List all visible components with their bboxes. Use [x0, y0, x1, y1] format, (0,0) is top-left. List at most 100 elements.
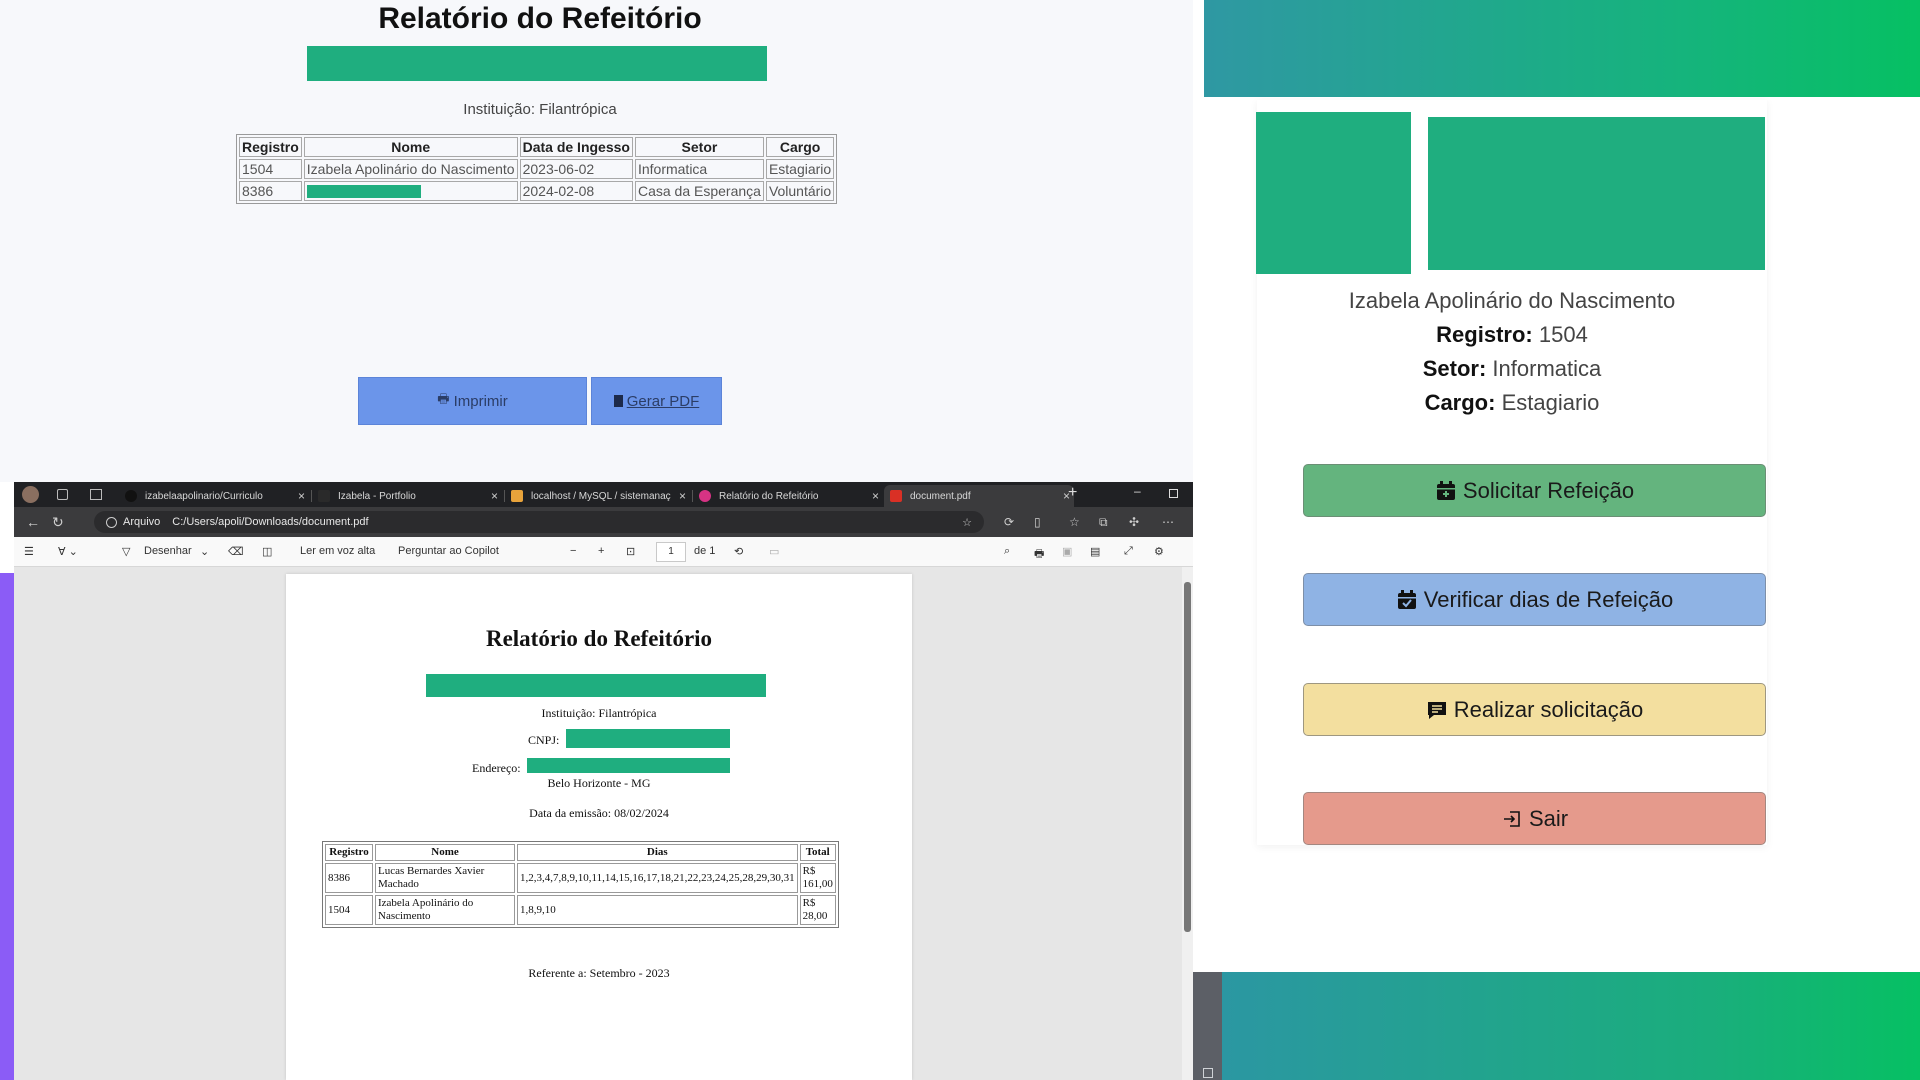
address-bar-row: ← ↻ Arquivo C:/Users/apoli/Downloads/doc…: [14, 507, 1193, 537]
redacted-photo: [1256, 112, 1411, 274]
url-text: C:/Users/apoli/Downloads/document.pdf: [172, 516, 369, 528]
save-icon[interactable]: ▣: [1062, 545, 1072, 558]
table-row: 1504 Izabela Apolinário do Nascimento 1,…: [325, 895, 836, 925]
table-cell: 1504: [325, 895, 373, 925]
page-view-icon[interactable]: ◫: [262, 545, 272, 558]
new-tab-button[interactable]: +: [1068, 484, 1077, 502]
table-cell: Informatica: [634, 159, 764, 179]
tab-label: Izabela - Portfolio: [338, 490, 416, 502]
profile-name: Izabela Apolinário do Nascimento: [1348, 288, 1676, 313]
page-title: Relatório do Refeitório: [378, 2, 702, 35]
favorites-icon[interactable]: ☆: [1069, 514, 1080, 530]
address-scheme-label: Arquivo: [123, 516, 161, 528]
restore-button[interactable]: [1169, 489, 1178, 498]
tab-label: izabelaapolinario/Curriculo: [145, 490, 263, 502]
logout-button[interactable]: Sair: [1303, 792, 1766, 845]
back-icon[interactable]: ←: [26, 514, 40, 530]
pdf-file-icon: [613, 395, 623, 407]
pdf-toolbar: ☰ ∀ ⌄ ▽ Desenhar ⌄ ⌫ ◫ Ler em voz alta P…: [14, 537, 1193, 567]
extensions-icon[interactable]: ⟳: [1004, 514, 1014, 530]
rotate-icon[interactable]: ⟲: [734, 545, 743, 558]
profile-registro: Registro: 1504: [1257, 322, 1767, 348]
setor-value: Informatica: [1492, 356, 1602, 381]
redacted-name: [306, 184, 421, 198]
table-cell: Izabela Apolinário do Nascimento: [303, 159, 518, 179]
column-header: Cargo: [765, 137, 835, 157]
print-button[interactable]: 🖶 Imprimir: [358, 377, 587, 425]
page-number-input[interactable]: 1: [656, 542, 686, 562]
window-edge: [1193, 972, 1222, 1080]
tab-actions-icon[interactable]: [90, 489, 102, 500]
generate-pdf-button[interactable]: Gerar PDF: [591, 377, 722, 425]
favorite-star-icon[interactable]: ☆: [962, 516, 972, 529]
table-cell: Izabela Apolinário do Nascimento: [375, 895, 515, 925]
fullscreen-icon[interactable]: ⤢: [1124, 545, 1133, 558]
workspaces-icon[interactable]: [57, 489, 68, 500]
table-cell: 1,8,9,10: [517, 895, 798, 925]
request-meal-button[interactable]: Solicitar Refeição: [1303, 464, 1766, 517]
table-cell: 2023-06-02: [519, 159, 633, 179]
save-as-icon[interactable]: ▤: [1090, 545, 1100, 558]
contents-icon[interactable]: ☰: [24, 545, 34, 558]
chevron-down-icon[interactable]: ⌄: [200, 545, 209, 558]
tab-github[interactable]: izabelaapolinario/Curriculo ×: [119, 485, 309, 507]
check-meal-days-label: Verificar dias de Refeição: [1423, 586, 1674, 612]
tab-document-pdf[interactable]: document.pdf ×: [884, 485, 1074, 507]
tab-phpmyadmin[interactable]: localhost / MySQL / sistemanaç ×: [505, 485, 690, 507]
read-aloud-button[interactable]: Ler em voz alta: [300, 545, 375, 557]
make-request-button[interactable]: Realizar solicitação: [1303, 683, 1766, 736]
eraser-icon[interactable]: ⌫: [228, 545, 244, 558]
fit-page-icon[interactable]: ⊡: [626, 545, 635, 558]
cargo-value: Estagiario: [1501, 390, 1600, 415]
close-icon[interactable]: ×: [872, 489, 879, 503]
page-total: de 1: [694, 545, 716, 557]
minimize-button[interactable]: –: [1134, 484, 1141, 498]
close-icon[interactable]: ×: [298, 489, 305, 503]
address-bar[interactable]: Arquivo C:/Users/apoli/Downloads/documen…: [94, 511, 984, 533]
make-request-label: Realizar solicitação: [1453, 696, 1644, 722]
tab-portfolio[interactable]: Izabela - Portfolio ×: [312, 485, 502, 507]
profile-cargo: Cargo: Estagiario: [1257, 390, 1767, 416]
column-header: Data de Ingesso: [519, 137, 633, 157]
more-options-icon[interactable]: ⋯: [1162, 514, 1174, 530]
column-header: Setor: [634, 137, 764, 157]
settings-gear-icon[interactable]: ⚙: [1154, 545, 1164, 558]
scrollbar-thumb[interactable]: [1184, 582, 1191, 932]
window-icon: [1203, 1068, 1213, 1078]
tab-relatorio[interactable]: Relatório do Refeitório ×: [693, 485, 883, 507]
check-meal-days-button[interactable]: Verificar dias de Refeição: [1303, 573, 1766, 626]
refresh-icon[interactable]: ↻: [52, 514, 64, 530]
message-icon: [1427, 701, 1446, 719]
table-cell: 1,2,3,4,7,8,9,10,11,14,15,16,17,18,21,22…: [517, 863, 798, 893]
print-button-label: Imprimir: [453, 392, 508, 410]
pdf-reference: Referente a: Setembro - 2023: [528, 966, 670, 980]
table-row: 1504 Izabela Apolinário do Nascimento 20…: [239, 159, 835, 179]
copilot-icon[interactable]: ✣: [1129, 514, 1139, 530]
column-header: Registro: [239, 137, 302, 157]
zoom-in-icon[interactable]: +: [598, 545, 604, 557]
registro-label: Registro:: [1436, 322, 1533, 347]
github-icon: [125, 490, 137, 502]
employees-table: Registro Nome Data de Ingesso Setor Carg…: [236, 134, 838, 204]
collections-icon[interactable]: ⧉: [1099, 514, 1108, 530]
meals-table: Registro Nome Dias Total 8386 Lucas Bern…: [322, 841, 839, 928]
table-cell: R$ 28,00: [799, 895, 836, 925]
calendar-check-icon: [1397, 589, 1416, 609]
zoom-out-icon[interactable]: −: [570, 545, 576, 557]
split-screen-icon[interactable]: ▯: [1034, 514, 1041, 530]
browser-window: izabelaapolinario/Curriculo × Izabela - …: [14, 482, 1193, 1080]
pdf-page: Relatório do Refeitório Instituição: Fil…: [286, 574, 912, 1080]
draw-icon[interactable]: ▽: [122, 545, 130, 558]
registro-value: 1504: [1538, 322, 1588, 347]
highlight-icon[interactable]: ∀ ⌄: [58, 545, 78, 558]
search-icon[interactable]: ⌕: [1004, 545, 1010, 558]
print-icon[interactable]: 🖶: [1034, 545, 1044, 564]
draw-label[interactable]: Desenhar: [144, 545, 192, 557]
close-icon[interactable]: ×: [491, 489, 498, 503]
column-header: Dias: [517, 844, 798, 861]
ask-copilot-button[interactable]: Perguntar ao Copilot: [398, 545, 499, 557]
profile-avatar[interactable]: [22, 486, 39, 503]
tab-label: Relatório do Refeitório: [719, 490, 819, 502]
close-icon[interactable]: ×: [679, 489, 686, 503]
two-page-icon[interactable]: ▭: [769, 545, 779, 558]
